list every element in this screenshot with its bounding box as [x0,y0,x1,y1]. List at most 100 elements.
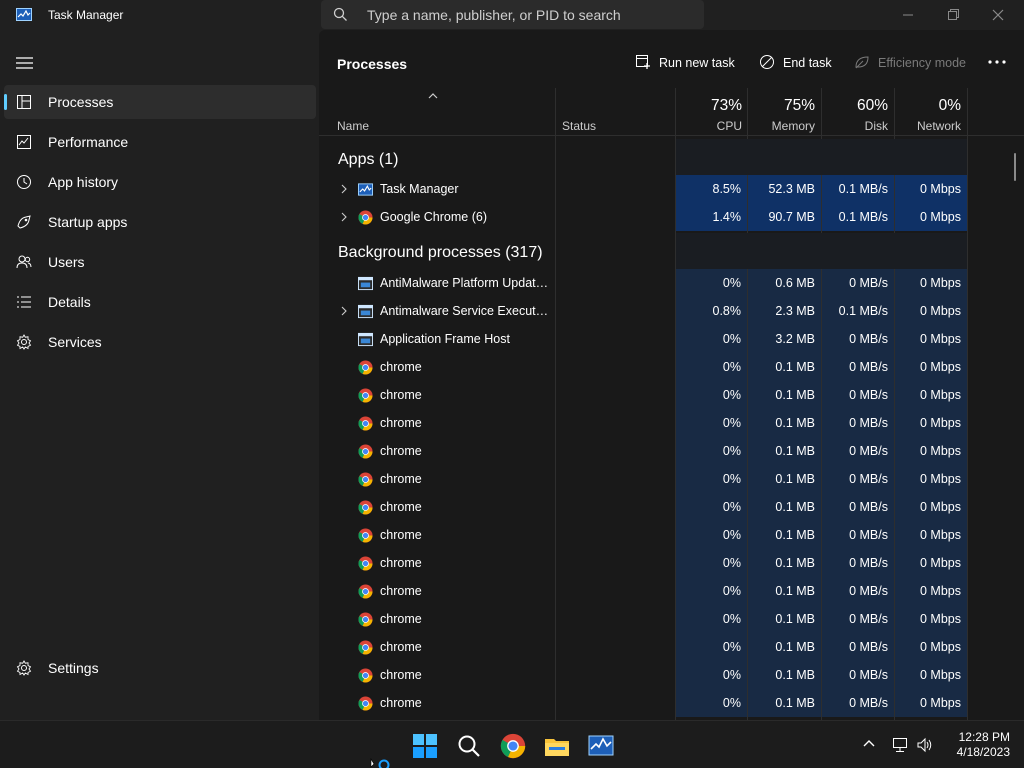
title-bar: Task Manager Type a name, publisher, or … [0,0,1024,30]
column-header-status[interactable]: Status [562,119,596,133]
sidebar-item-performance[interactable]: Performance [4,125,316,159]
table-row[interactable]: AntiMalware Platform Update ... 0% 0.6 MB 0… [319,269,969,297]
table-row[interactable]: chrome 0% 0.1 MB 0 MB/s 0 Mbps [319,689,969,717]
service-icon [358,304,373,319]
sidebar-item-label: App history [48,174,119,190]
end-task-label: End task [783,56,832,70]
table-row[interactable]: chrome 0% 0.1 MB 0 MB/s 0 Mbps [319,409,969,437]
search-placeholder: Type a name, publisher, or PID to search [367,7,621,23]
column-header-memory[interactable]: Memory [748,119,815,133]
chrome-icon[interactable] [500,733,526,759]
minimize-icon [903,14,913,16]
table-row[interactable]: chrome 0% 0.1 MB 0 MB/s 0 Mbps [319,465,969,493]
table-row[interactable]: chrome 0% 0.1 MB 0 MB/s 0 Mbps [319,661,969,689]
window-title: Task Manager [48,8,124,22]
network-cell: 0 Mbps [895,297,967,325]
process-name: Task Manager [380,182,459,196]
memory-cell: 0.1 MB [748,521,821,549]
table-row[interactable]: chrome 0% 0.1 MB 0 MB/s 0 Mbps [319,605,969,633]
sidebar-item-app-history[interactable]: App history [4,165,316,199]
table-row[interactable]: Application Frame Host 0% 3.2 MB 0 MB/s 0 Mb… [319,325,969,353]
volume-icon[interactable] [916,737,934,753]
chrome-icon [358,528,373,543]
table-row[interactable]: Google Chrome (6) 1.4% 90.7 MB 0.1 MB/s … [319,203,969,231]
cpu-cell: 0% [676,437,747,465]
scrollbar-thumb[interactable] [1014,153,1016,181]
sidebar-item-services[interactable]: Services [4,325,316,359]
sidebar-item-startup-apps[interactable]: Startup apps [4,205,316,239]
process-name: chrome [380,640,422,654]
column-header-name[interactable]: Name [337,119,369,133]
disk-cell: 0.1 MB/s [822,175,894,203]
disk-cell: 0.1 MB/s [822,203,894,231]
table-row[interactable]: chrome 0% 0.1 MB 0 MB/s 0 Mbps [319,437,969,465]
task-manager-icon[interactable] [588,733,614,759]
group-header-fill [676,139,967,175]
network-cell: 0 Mbps [895,353,967,381]
column-header-disk[interactable]: Disk [822,119,888,133]
cpu-cell: 0% [676,269,747,297]
menu-icon[interactable] [16,57,33,69]
settings-label: Settings [48,660,99,676]
process-name: chrome [380,472,422,486]
disk-cell: 0.1 MB/s [822,297,894,325]
column-header-cpu[interactable]: CPU [676,119,742,133]
network-cell: 0 Mbps [895,175,967,203]
start-icon[interactable] [412,733,438,759]
table-row[interactable]: chrome 0% 0.1 MB 0 MB/s 0 Mbps [319,633,969,661]
settings-button[interactable]: Settings [4,651,316,685]
chevron-right-icon[interactable] [340,306,348,316]
gear-icon [16,660,32,676]
search-box[interactable]: Type a name, publisher, or PID to search [321,0,704,29]
group-header-apps[interactable]: Apps (1) [338,151,398,169]
memory-cell: 0.1 MB [748,353,821,381]
disk-cell: 0 MB/s [822,661,894,689]
network-icon[interactable] [891,737,909,753]
file-explorer-icon[interactable] [544,733,570,759]
process-name: chrome [380,416,422,430]
table-row[interactable]: chrome 0% 0.1 MB 0 MB/s 0 Mbps [319,381,969,409]
close-button[interactable] [984,4,1012,26]
column-header-network[interactable]: Network [895,119,961,133]
disk-cell: 0 MB/s [822,465,894,493]
network-cell: 0 Mbps [895,381,967,409]
chevron-right-icon[interactable] [340,184,348,194]
startup-apps-icon [17,215,31,229]
table-row[interactable]: chrome 0% 0.1 MB 0 MB/s 0 Mbps [319,493,969,521]
sidebar-item-processes[interactable]: Processes [4,85,316,119]
sidebar-item-details[interactable]: Details [4,285,316,319]
table-row[interactable]: chrome 0% 0.1 MB 0 MB/s 0 Mbps [319,577,969,605]
table-row[interactable]: chrome 0% 0.1 MB 0 MB/s 0 Mbps [319,521,969,549]
network-cell: 0 Mbps [895,661,967,689]
toolbar: Processes Run new task End task Efficien… [319,30,1024,88]
table-row[interactable]: chrome 0% 0.1 MB 0 MB/s 0 Mbps [319,549,969,577]
group-header-background[interactable]: Background processes (317) [338,244,543,262]
sidebar-item-users[interactable]: Users [4,245,316,279]
memory-cell: 52.3 MB [748,175,821,203]
clock-time: 12:28 PM [958,730,1010,744]
run-new-task-label: Run new task [659,56,735,70]
efficiency-mode-button[interactable]: Efficiency mode [854,52,969,74]
end-task-icon [760,55,774,69]
service-icon [358,332,373,347]
table-row[interactable]: Antimalware Service Executable 0.8% 2.3 MB… [319,297,969,325]
sidebar-item-label: Processes [48,94,114,110]
table-row[interactable]: Task Manager 8.5% 52.3 MB 0.1 MB/s 0 Mbp… [319,175,969,203]
end-task-button[interactable]: End task [759,52,834,74]
run-new-task-button[interactable]: Run new task [635,52,735,74]
disk-cell: 0 MB/s [822,353,894,381]
cpu-cell: 0% [676,549,747,577]
minimize-button[interactable] [894,4,922,26]
chevron-up-icon[interactable] [862,737,876,751]
clock[interactable]: 12:28 PM 4/18/2023 [940,730,1010,760]
search-icon[interactable] [456,733,482,759]
maximize-button[interactable] [939,4,967,26]
more-options-icon[interactable] [987,56,1007,68]
table-row[interactable]: chrome 0% 0.1 MB 0 MB/s 0 Mbps [319,353,969,381]
task-manager-icon [358,183,373,196]
table-header: Name Status 73% CPU 75% Memory 60% Disk … [319,88,1024,136]
chevron-right-icon[interactable] [340,212,348,222]
process-name: AntiMalware Platform Update ... [380,276,555,290]
cpu-cell: 0% [676,409,747,437]
busy-cursor-icon [370,758,390,768]
